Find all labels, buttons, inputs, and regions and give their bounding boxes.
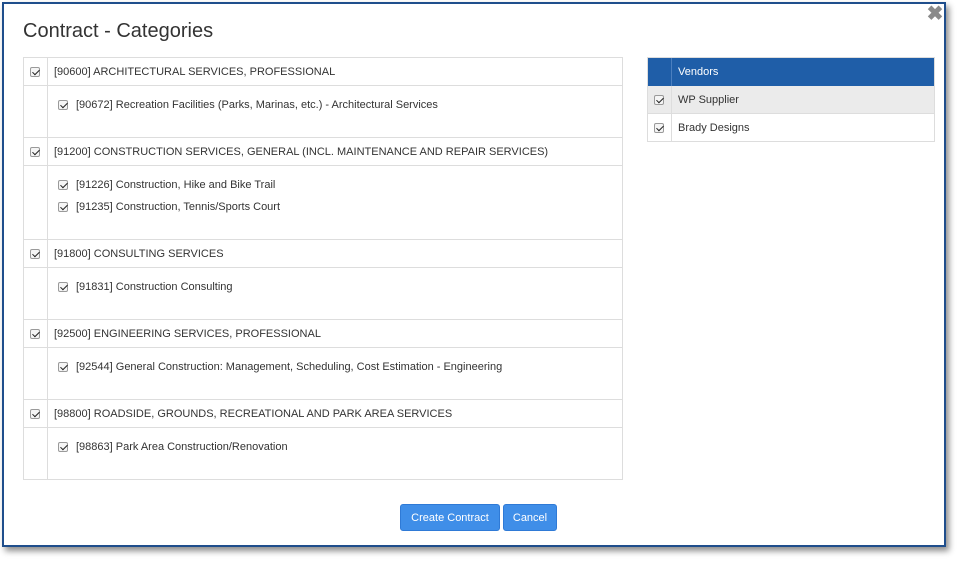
vendor-label: WP Supplier <box>678 94 739 106</box>
dialog-title: Contract - Categories <box>23 20 214 42</box>
categories-table: [90600] ARCHITECTURAL SERVICES, PROFESSI… <box>23 57 623 480</box>
subcategory-checkbox[interactable] <box>58 100 68 110</box>
vendors-header: Vendors <box>648 58 934 86</box>
category-label: [91200] CONSTRUCTION SERVICES, GENERAL (… <box>54 146 549 158</box>
vendor-checkbox[interactable] <box>654 95 664 105</box>
category-row: [92500] ENGINEERING SERVICES, PROFESSION… <box>24 320 622 348</box>
close-icon[interactable]: ✖ <box>926 4 944 24</box>
category-checkbox[interactable] <box>30 409 40 419</box>
cancel-button[interactable]: Cancel <box>503 504 557 531</box>
subcategory-label: [98863] Park Area Construction/Renovatio… <box>76 441 288 453</box>
category-checkbox[interactable] <box>30 249 40 259</box>
subcategory-item: [98863] Park Area Construction/Renovatio… <box>58 441 622 463</box>
subcategory-checkbox[interactable] <box>58 180 68 190</box>
subcategory-group: [90672] Recreation Facilities (Parks, Ma… <box>24 86 622 138</box>
subcategory-label: [91831] Construction Consulting <box>76 281 233 293</box>
subcategory-item: [92544] General Construction: Management… <box>58 361 622 383</box>
category-checkbox[interactable] <box>30 329 40 339</box>
subcategory-group: [92544] General Construction: Management… <box>24 348 622 400</box>
subcategory-checkbox[interactable] <box>58 362 68 372</box>
subcategory-label: [91226] Construction, Hike and Bike Trai… <box>76 179 276 191</box>
category-checkbox[interactable] <box>30 67 40 77</box>
subcategory-label: [92544] General Construction: Management… <box>76 361 503 373</box>
category-row: [90600] ARCHITECTURAL SERVICES, PROFESSI… <box>24 58 622 86</box>
category-label: [90600] ARCHITECTURAL SERVICES, PROFESSI… <box>54 66 336 78</box>
subcategory-group: [91831] Construction Consulting <box>24 268 622 320</box>
subcategory-item: [91235] Construction, Tennis/Sports Cour… <box>58 201 622 223</box>
contract-categories-dialog: Contract - Categories ✖ [90600] ARCHITEC… <box>2 2 946 547</box>
category-row: [91200] CONSTRUCTION SERVICES, GENERAL (… <box>24 138 622 166</box>
subcategory-checkbox[interactable] <box>58 442 68 452</box>
category-row: [98800] ROADSIDE, GROUNDS, RECREATIONAL … <box>24 400 622 428</box>
vendor-label: Brady Designs <box>678 122 750 134</box>
category-label: [98800] ROADSIDE, GROUNDS, RECREATIONAL … <box>54 408 453 420</box>
category-label: [91800] CONSULTING SERVICES <box>54 248 224 260</box>
vendors-header-label: Vendors <box>678 66 719 78</box>
category-label: [92500] ENGINEERING SERVICES, PROFESSION… <box>54 328 321 340</box>
vendor-checkbox[interactable] <box>654 123 664 133</box>
create-contract-button[interactable]: Create Contract <box>400 504 500 531</box>
vendors-table: Vendors WP Supplier Brady Designs <box>647 57 935 142</box>
vendor-row: Brady Designs <box>648 114 934 142</box>
subcategory-checkbox[interactable] <box>58 282 68 292</box>
subcategory-item: [90672] Recreation Facilities (Parks, Ma… <box>58 99 622 121</box>
category-row: [91800] CONSULTING SERVICES <box>24 240 622 268</box>
subcategory-group: [91226] Construction, Hike and Bike Trai… <box>24 166 622 240</box>
subcategory-item: [91226] Construction, Hike and Bike Trai… <box>58 179 622 201</box>
subcategory-checkbox[interactable] <box>58 202 68 212</box>
subcategory-label: [91235] Construction, Tennis/Sports Cour… <box>76 201 281 213</box>
subcategory-item: [91831] Construction Consulting <box>58 281 622 303</box>
category-checkbox[interactable] <box>30 147 40 157</box>
vendor-row: WP Supplier <box>648 86 934 114</box>
subcategory-group: [98863] Park Area Construction/Renovatio… <box>24 428 622 480</box>
subcategory-label: [90672] Recreation Facilities (Parks, Ma… <box>76 99 438 111</box>
